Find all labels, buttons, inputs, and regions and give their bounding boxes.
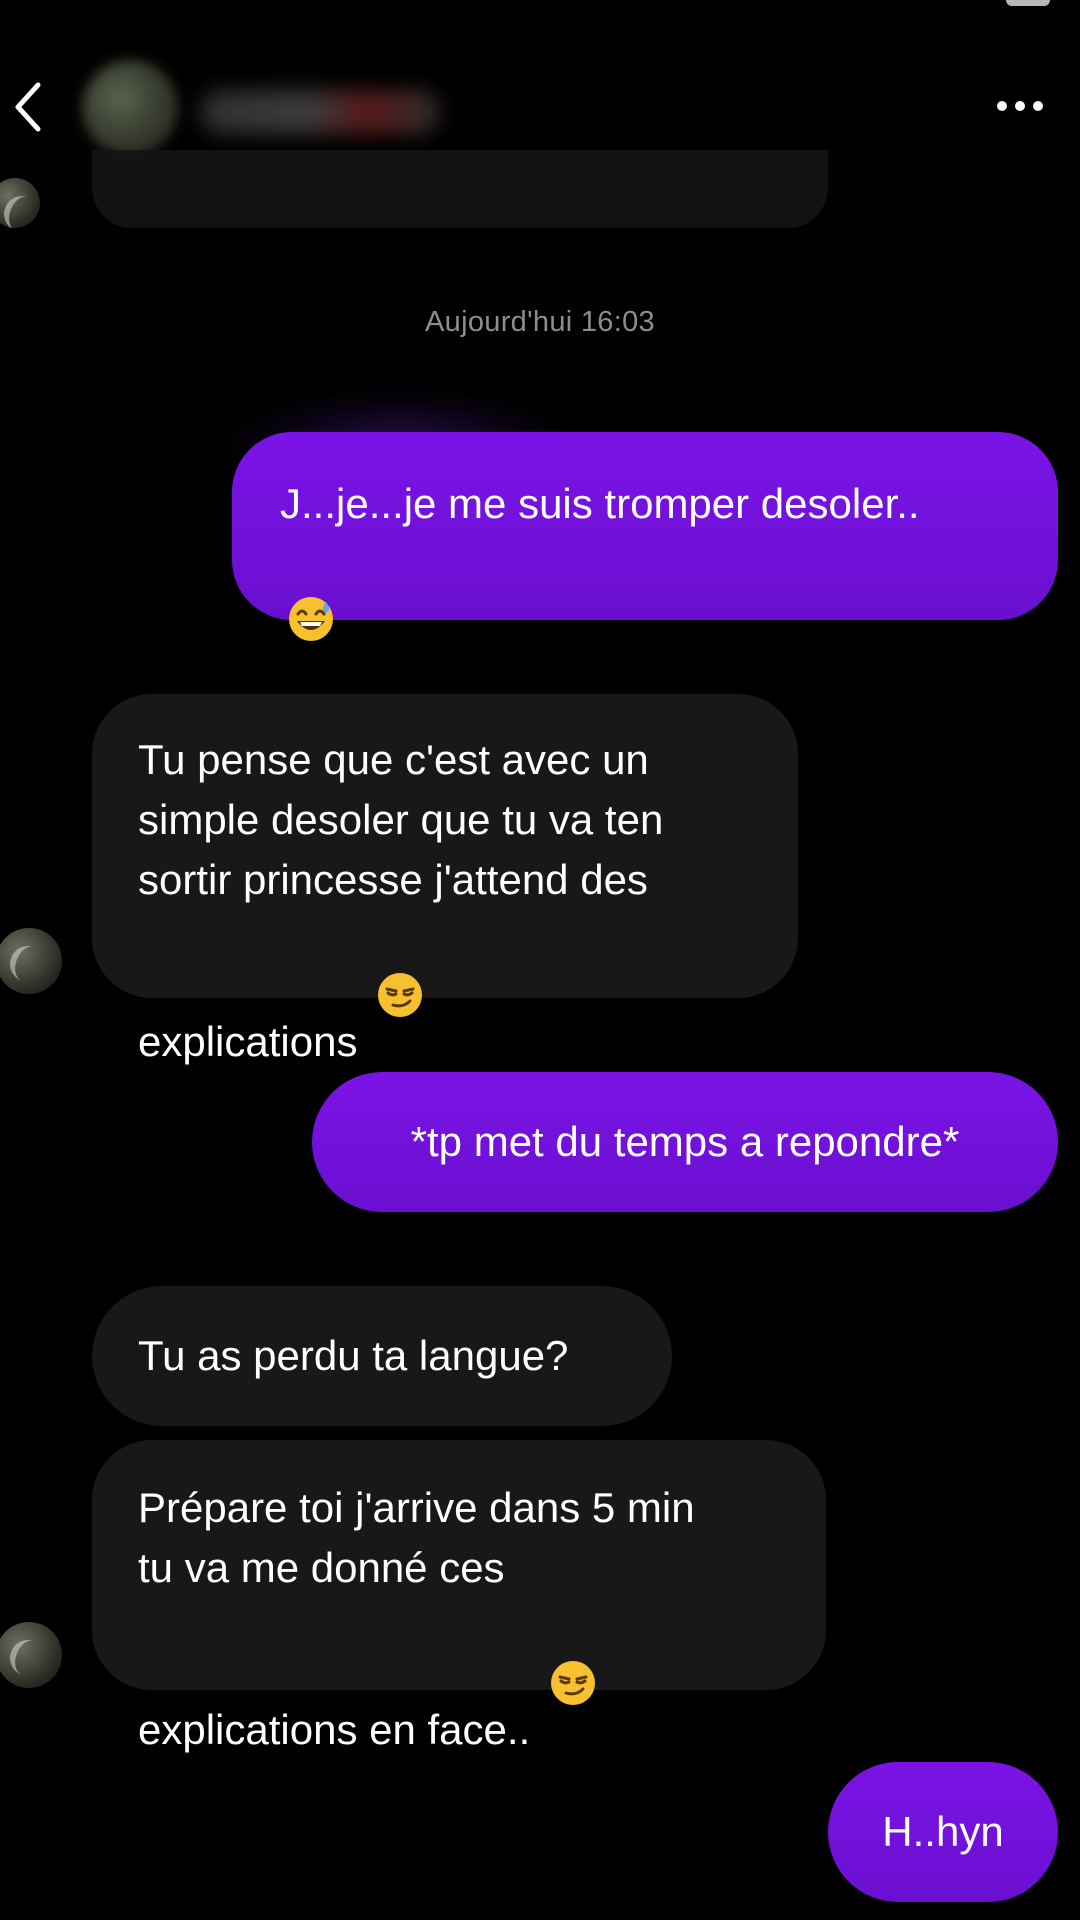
message-received[interactable]: Prépare toi j'arrive dans 5 min tu va me… — [92, 1440, 826, 1753]
signal-icon — [900, 0, 1010, 8]
contact-avatar-small[interactable] — [0, 1622, 62, 1688]
message-text: *tp met du temps a repondre* — [410, 1118, 960, 1165]
contact-name-blurred[interactable] — [200, 90, 440, 134]
more-dot — [1033, 101, 1043, 111]
previous-message-bubble[interactable] — [92, 150, 828, 228]
grinning-sweat-emoji — [286, 534, 336, 641]
message-received[interactable]: Tu as perdu ta langue? — [92, 1286, 672, 1426]
message-text: H..hyn — [882, 1808, 1004, 1855]
message-text: Tu as perdu ta langue? — [138, 1332, 569, 1379]
message-sent[interactable]: J...je...je me suis tromper desoler.. — [232, 432, 1058, 641]
message-sent[interactable]: *tp met du temps a repondre* — [312, 1072, 1058, 1212]
contact-avatar-small[interactable] — [0, 178, 40, 228]
date-separator: Aujourd'hui 16:03 — [425, 306, 655, 338]
back-button[interactable] — [4, 72, 54, 142]
message-text: Prépare toi j'arrive dans 5 min tu va me… — [138, 1484, 695, 1753]
contact-avatar-small[interactable] — [0, 928, 62, 994]
more-options-button[interactable] — [988, 84, 1052, 128]
more-horizontal-icon — [997, 101, 1007, 111]
battery-icon — [1006, 0, 1050, 6]
more-dot — [1015, 101, 1025, 111]
smirk-emoji — [375, 910, 425, 1017]
message-text: J...je...je me suis tromper desoler.. — [280, 480, 920, 527]
smirk-emoji — [548, 1598, 598, 1705]
message-received[interactable]: Tu pense que c'est avec un simple desole… — [92, 694, 798, 1065]
status-bar — [0, 0, 1080, 20]
contact-avatar[interactable] — [82, 60, 178, 156]
message-sent[interactable]: H..hyn — [828, 1762, 1058, 1902]
chevron-left-icon — [15, 82, 41, 132]
